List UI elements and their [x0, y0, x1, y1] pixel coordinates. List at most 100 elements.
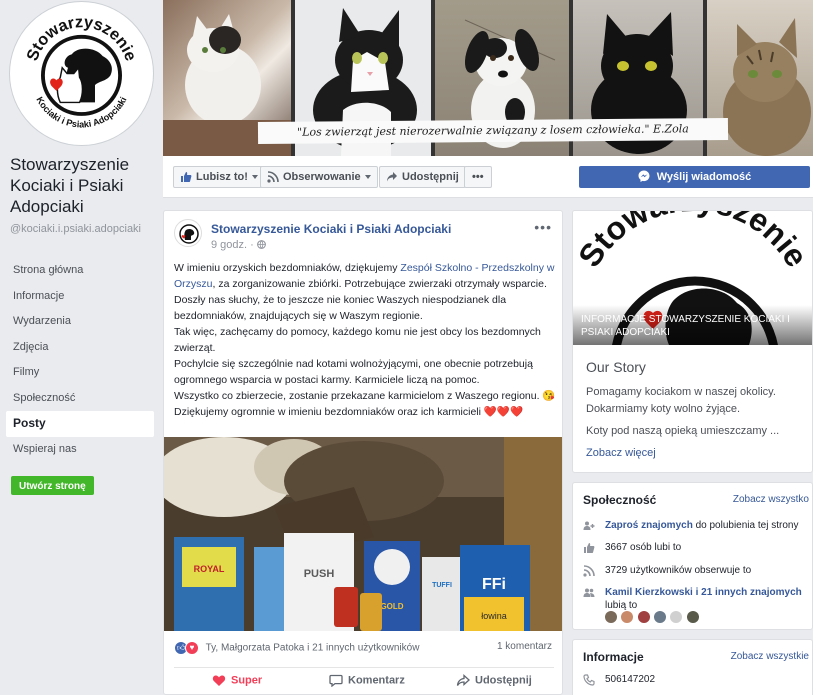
comment-count-link[interactable]: 1 komentarz [497, 641, 552, 652]
post-options-button[interactable]: ••• [534, 219, 552, 235]
friends-like-link[interactable]: Kamil Kierzkowski i 21 innych znajomych [605, 587, 802, 598]
share-page-label: Udostępnij [402, 171, 459, 183]
send-message-button[interactable]: Wyślij wiadomość [579, 166, 810, 188]
react-button[interactable]: Super [212, 674, 262, 687]
globe-icon [256, 240, 266, 249]
comment-icon [329, 674, 343, 687]
svg-text:Stowarzyszenie: Stowarzyszenie [573, 211, 813, 273]
avatar[interactable] [654, 610, 667, 623]
likes-count: 3667 osób lubi to [605, 542, 682, 553]
story-line: Koty pod naszą opieką umieszczamy ... [586, 425, 780, 437]
page-logo[interactable]: Stowarzyszenie Kociaki i Psiaki Adopciak… [10, 2, 153, 145]
friend-avatars [605, 609, 700, 623]
nav-item-home[interactable]: Strona główna [6, 258, 154, 284]
story-banner-label: INFORMACJE STOWARZYSZENIE KOCIAKI I PSIA… [581, 314, 790, 338]
follow-button[interactable]: Obserwowanie [260, 166, 378, 188]
share-page-button[interactable]: Udostępnij [379, 166, 466, 188]
photo-bag-label: FFi [482, 576, 506, 593]
create-page-button[interactable]: Utwórz stronę [11, 476, 94, 495]
comment-label: Komentarz [348, 674, 405, 687]
avatar[interactable] [637, 610, 650, 623]
share-post-label: Udostępnij [475, 674, 532, 687]
post-author-avatar[interactable] [174, 219, 202, 247]
chevron-down-icon [251, 175, 258, 180]
phone-icon [583, 674, 595, 686]
logo-image: Stowarzyszenie Kociaki i Psiaki Adopciak… [23, 13, 139, 129]
nav-item-community[interactable]: Społeczność [6, 386, 154, 412]
share-arrow-icon [456, 674, 470, 686]
avatar[interactable] [621, 610, 634, 623]
follows-count: 3729 użytkowników obserwuje to [605, 565, 752, 576]
share-arrow-icon [387, 172, 397, 182]
donations-photo: ROYAL PUSH GOLD TUFFI FFi łowina [164, 437, 562, 631]
post-body: W imieniu orzyskich bezdomniaków, dzięku… [174, 260, 559, 420]
nav-item-support[interactable]: Wspieraj nas [6, 437, 154, 463]
post-text-2: , za zorganizowanie zbiórki. Potrzebując… [174, 278, 547, 322]
invite-friends-icon [583, 521, 595, 530]
photo-bag-label: łowina [481, 611, 507, 621]
nav-item-videos[interactable]: Filmy [6, 360, 154, 386]
nav-item-about[interactable]: Informacje [6, 284, 154, 310]
photo-bag-label: ROYAL [194, 564, 225, 574]
chevron-down-icon [364, 175, 371, 180]
our-story-card[interactable]: Stowarzyszenie INFORMACJE STOWARZYSZENIE… [572, 210, 813, 473]
left-sidebar: Stowarzyszenie Kociaki i Psiaki Adopciak… [0, 0, 163, 695]
follow-label: Obserwowanie [283, 171, 361, 183]
post-text-3: Tak więc, zachęcamy do pomocy, każdego k… [174, 326, 541, 354]
photo-bag-label: PUSH [304, 568, 335, 580]
post-text-5: Wszystko co zbierzecie, zostanie przekaz… [174, 390, 556, 402]
post-photo[interactable]: ROYAL PUSH GOLD TUFFI FFi łowina [164, 437, 562, 631]
rss-icon [583, 565, 595, 577]
thumbs-up-icon [181, 172, 192, 182]
nav-item-events[interactable]: Wydarzenia [6, 309, 154, 335]
post-reactions[interactable]: 👍︎ ♥ Ty, Małgorzata Patoka i 21 innych uż… [174, 641, 419, 656]
info-card: Informacje Zobacz wszystkie 506147202 [572, 639, 813, 695]
share-post-button[interactable]: Udostępnij [456, 674, 532, 687]
feed-post: Stowarzyszenie Kociaki i Psiaki Adopciak… [163, 210, 563, 695]
community-title[interactable]: Społeczność [583, 493, 656, 507]
nav-item-posts[interactable]: Posty [6, 411, 154, 437]
thumbs-up-icon [584, 543, 595, 553]
messenger-icon [638, 170, 650, 182]
rss-icon [267, 171, 279, 183]
photo-bag-label: TUFFI [432, 582, 452, 589]
see-all-info-link[interactable]: Zobacz wszystkie [731, 651, 809, 662]
post-action-row: Super Komentarz Udostępnij [174, 667, 554, 694]
logo-image [179, 224, 199, 244]
page-title[interactable]: Stowarzyszenie Kociaki i Psiaki Adopciak… [10, 154, 158, 217]
left-nav: Strona główna Informacje Wydarzenia Zdję… [6, 258, 154, 462]
post-time-text: 9 godz. · [211, 239, 257, 251]
see-more-link[interactable]: Zobacz więcej [586, 447, 656, 459]
heart-icon [212, 675, 226, 686]
avatar[interactable] [686, 610, 699, 623]
story-line: Pomagamy kociakom w naszej okolicy. [586, 386, 776, 398]
page-handle[interactable]: @kociaki.i.psiaki.adopciaki [10, 222, 158, 236]
cover-quote: "Los zwierząt jest nierozerwalnie związa… [257, 117, 729, 145]
cover-photo[interactable]: "Los zwierząt jest nierozerwalnie związa… [163, 0, 813, 156]
send-message-label: Wyślij wiadomość [656, 171, 752, 183]
info-title[interactable]: Informacje [583, 650, 644, 664]
story-banner: Stowarzyszenie INFORMACJE STOWARZYSZENIE… [573, 211, 813, 345]
avatar[interactable] [670, 610, 683, 623]
react-label: Super [231, 674, 263, 687]
photo-bag-label: GOLD [380, 602, 403, 611]
like-page-button[interactable]: Lubisz to! [173, 166, 265, 188]
story-line: Dokarmiamy koty wolno żyjące. [586, 403, 741, 415]
avatar[interactable] [605, 610, 617, 623]
story-title: Our Story [586, 359, 646, 375]
post-timestamp[interactable]: 9 godz. · [211, 239, 266, 251]
friends-icon [583, 588, 595, 597]
post-text-4: Pochylcie się szczególnie nad kotami wol… [174, 358, 533, 386]
page-action-bar: Lubisz to! Obserwowanie Udostępnij ••• W… [163, 156, 813, 198]
invite-friends-link[interactable]: Zaproś znajomych [605, 520, 693, 531]
see-all-community-link[interactable]: Zobacz wszystko [733, 494, 809, 505]
more-options-button[interactable]: ••• [464, 166, 492, 188]
story-banner-text: Stowarzyszenie [573, 211, 812, 273]
nav-item-photos[interactable]: Zdjęcia [6, 335, 154, 361]
love-reaction-icon: ♥ [185, 641, 199, 655]
post-text-6: Dziękujemy ogromnie w imieniu bezdomniak… [174, 406, 524, 418]
phone-number[interactable]: 506147202 [605, 673, 655, 686]
comment-button[interactable]: Komentarz [329, 674, 405, 687]
post-author-name[interactable]: Stowarzyszenie Kociaki i Psiaki Adopciak… [211, 222, 451, 236]
post-text-1: W imieniu orzyskich bezdomniaków, dzięku… [174, 262, 401, 274]
